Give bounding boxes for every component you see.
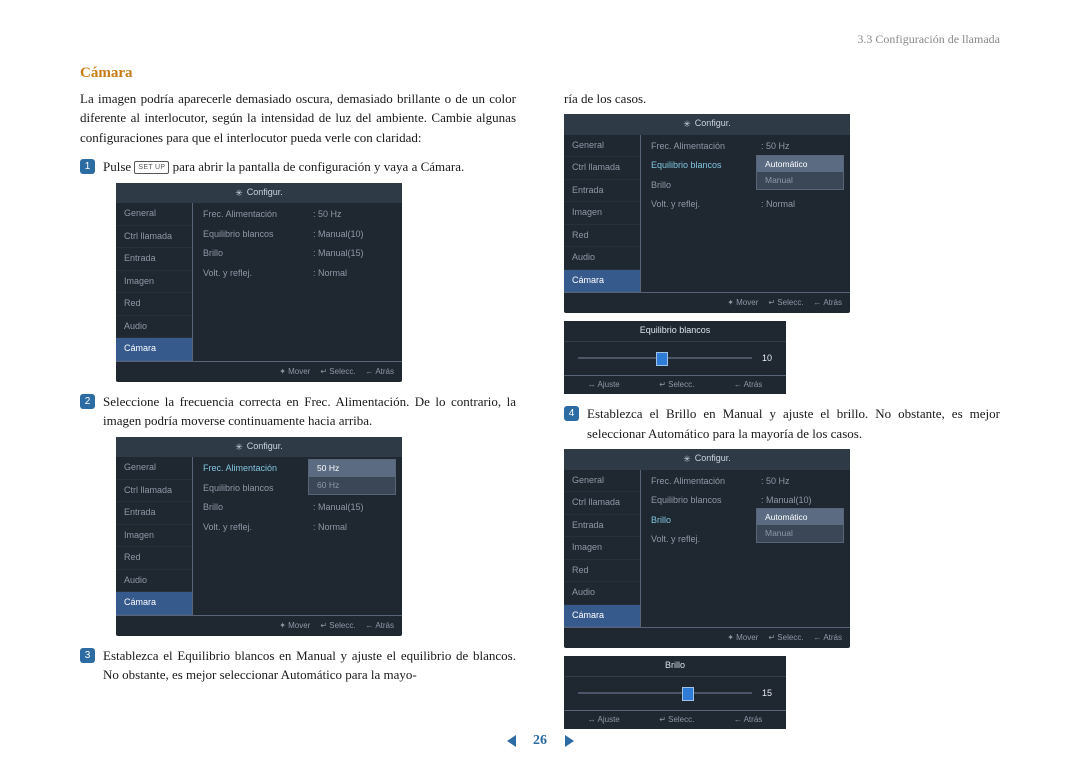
sidebar-item-red[interactable]: Red: [564, 560, 640, 583]
row-brillo[interactable]: Brillo: [651, 179, 761, 193]
sidebar-item-general[interactable]: General: [116, 457, 192, 480]
step3-continuation: ría de los casos.: [564, 89, 1000, 109]
next-page-icon[interactable]: [565, 735, 574, 747]
dropdown-frec[interactable]: 50 Hz 60 Hz: [308, 459, 396, 495]
slider-thumb[interactable]: [656, 352, 668, 366]
gear-icon: ✳: [235, 441, 243, 455]
sidebar-item-general[interactable]: General: [564, 470, 640, 493]
sidebar-item-camara[interactable]: Cámara: [116, 338, 192, 361]
settings-sidebar: General Ctrl llamada Entrada Imagen Red …: [116, 203, 193, 361]
step-number-2: 2: [80, 394, 95, 409]
sidebar-item-camara[interactable]: Cámara: [564, 270, 640, 293]
row-volt[interactable]: Volt. y reflej.: [203, 521, 313, 535]
setup-key-icon: SET UP: [134, 161, 169, 174]
page-number: 26: [533, 733, 547, 748]
step-1-text: Pulse SET UP para abrir la pantalla de c…: [103, 157, 516, 177]
slider-value: 10: [762, 352, 772, 366]
gear-icon: ✳: [235, 187, 243, 201]
row-equilibrio[interactable]: Equilibrio blancos: [203, 482, 313, 496]
slider-footer: ↔ Ajuste↵ Selecc.← Atrás: [564, 375, 786, 394]
sidebar-item-general[interactable]: General: [116, 203, 192, 226]
slider-footer: ↔ Ajuste↵ Selecc.← Atrás: [564, 710, 786, 729]
row-frec[interactable]: Frec. Alimentación: [203, 208, 313, 222]
panel-footer: ✦ Mover↵ Selecc.← Atrás: [564, 627, 850, 648]
right-column: ría de los casos. ✳Configur. General Ctr…: [564, 89, 1000, 738]
dropdown-equilibrio[interactable]: Automático Manual: [756, 155, 844, 191]
sidebar-item-imagen[interactable]: Imagen: [116, 271, 192, 294]
option-automatico[interactable]: Automático: [757, 156, 843, 173]
option-manual[interactable]: Manual: [757, 172, 843, 189]
panel-footer: ✦ Mover↵ Selecc.← Atrás: [116, 615, 402, 636]
sidebar-item-entrada[interactable]: Entrada: [116, 502, 192, 525]
sidebar-item-red[interactable]: Red: [564, 225, 640, 248]
row-equilibrio-selected[interactable]: Equilibrio blancos: [651, 159, 761, 173]
sidebar-item-imagen[interactable]: Imagen: [116, 525, 192, 548]
slider-value: 15: [762, 687, 772, 701]
sidebar-item-audio[interactable]: Audio: [116, 316, 192, 339]
sidebar-item-audio[interactable]: Audio: [116, 570, 192, 593]
row-volt[interactable]: Volt. y reflej.: [651, 198, 761, 212]
settings-panel-3: ✳Configur. General Ctrl llamada Entrada …: [564, 114, 850, 313]
slider-thumb[interactable]: [682, 687, 694, 701]
gear-icon: ✳: [683, 118, 691, 132]
row-brillo[interactable]: Brillo: [203, 501, 313, 515]
intro-text: La imagen podría aparecerle demasiado os…: [80, 89, 516, 148]
row-volt[interactable]: Volt. y reflej.: [651, 533, 761, 547]
option-50hz[interactable]: 50 Hz: [309, 460, 395, 477]
page-title: Cámara: [80, 62, 1000, 85]
row-frec-selected[interactable]: Frec. Alimentación: [203, 462, 313, 476]
sidebar-item-ctrl[interactable]: Ctrl llamada: [564, 157, 640, 180]
sidebar-item-audio[interactable]: Audio: [564, 247, 640, 270]
settings-panel-2: ✳Configur. General Ctrl llamada Entrada …: [116, 437, 402, 636]
sidebar-item-entrada[interactable]: Entrada: [116, 248, 192, 271]
sidebar-item-camara[interactable]: Cámara: [564, 605, 640, 628]
sidebar-item-imagen[interactable]: Imagen: [564, 202, 640, 225]
sidebar-item-ctrl[interactable]: Ctrl llamada: [564, 492, 640, 515]
gear-icon: ✳: [683, 453, 691, 467]
sidebar-item-entrada[interactable]: Entrada: [564, 515, 640, 538]
row-brillo[interactable]: Brillo: [203, 247, 313, 261]
sidebar-item-audio[interactable]: Audio: [564, 582, 640, 605]
step-number-3: 3: [80, 648, 95, 663]
slider-equilibrio: Equilibrio blancos 10 ↔ Ajuste↵ Selecc.←…: [564, 321, 786, 394]
step-3-text: Establezca el Equilibrio blancos en Manu…: [103, 646, 516, 685]
step-number-4: 4: [564, 406, 579, 421]
settings-panel-4: ✳Configur. General Ctrl llamada Entrada …: [564, 449, 850, 648]
step-2-text: Seleccione la frecuencia correcta en Fre…: [103, 392, 516, 431]
row-frec[interactable]: Frec. Alimentación: [651, 140, 761, 154]
slider-track[interactable]: [578, 357, 752, 359]
panel-footer: ✦ Mover↵ Selecc.← Atrás: [564, 292, 850, 313]
sidebar-item-red[interactable]: Red: [116, 293, 192, 316]
row-equilibrio[interactable]: Equilibrio blancos: [203, 228, 313, 242]
sidebar-item-imagen[interactable]: Imagen: [564, 537, 640, 560]
sidebar-item-entrada[interactable]: Entrada: [564, 180, 640, 203]
settings-panel-1: ✳Configur. General Ctrl llamada Entrada …: [116, 183, 402, 382]
row-brillo-selected[interactable]: Brillo: [651, 514, 761, 528]
step-4-text: Establezca el Brillo en Manual y ajuste …: [587, 404, 1000, 443]
row-equilibrio[interactable]: Equilibrio blancos: [651, 494, 761, 508]
sidebar-item-general[interactable]: General: [564, 135, 640, 158]
option-60hz[interactable]: 60 Hz: [309, 477, 395, 494]
sidebar-item-camara[interactable]: Cámara: [116, 592, 192, 615]
left-column: La imagen podría aparecerle demasiado os…: [80, 89, 516, 738]
sidebar-item-ctrl[interactable]: Ctrl llamada: [116, 480, 192, 503]
sidebar-item-red[interactable]: Red: [116, 547, 192, 570]
page-navigation: 26: [0, 730, 1080, 751]
row-frec[interactable]: Frec. Alimentación: [651, 475, 761, 489]
option-manual[interactable]: Manual: [757, 525, 843, 542]
dropdown-brillo[interactable]: Automático Manual: [756, 508, 844, 544]
slider-track[interactable]: [578, 692, 752, 694]
breadcrumb: 3.3 Configuración de llamada: [857, 30, 1000, 48]
sidebar-item-ctrl[interactable]: Ctrl llamada: [116, 226, 192, 249]
row-volt[interactable]: Volt. y reflej.: [203, 267, 313, 281]
slider-brillo: Brillo 15 ↔ Ajuste↵ Selecc.← Atrás: [564, 656, 786, 729]
panel-footer: ✦ Mover↵ Selecc.← Atrás: [116, 361, 402, 382]
step-number-1: 1: [80, 159, 95, 174]
option-automatico[interactable]: Automático: [757, 509, 843, 526]
prev-page-icon[interactable]: [507, 735, 516, 747]
